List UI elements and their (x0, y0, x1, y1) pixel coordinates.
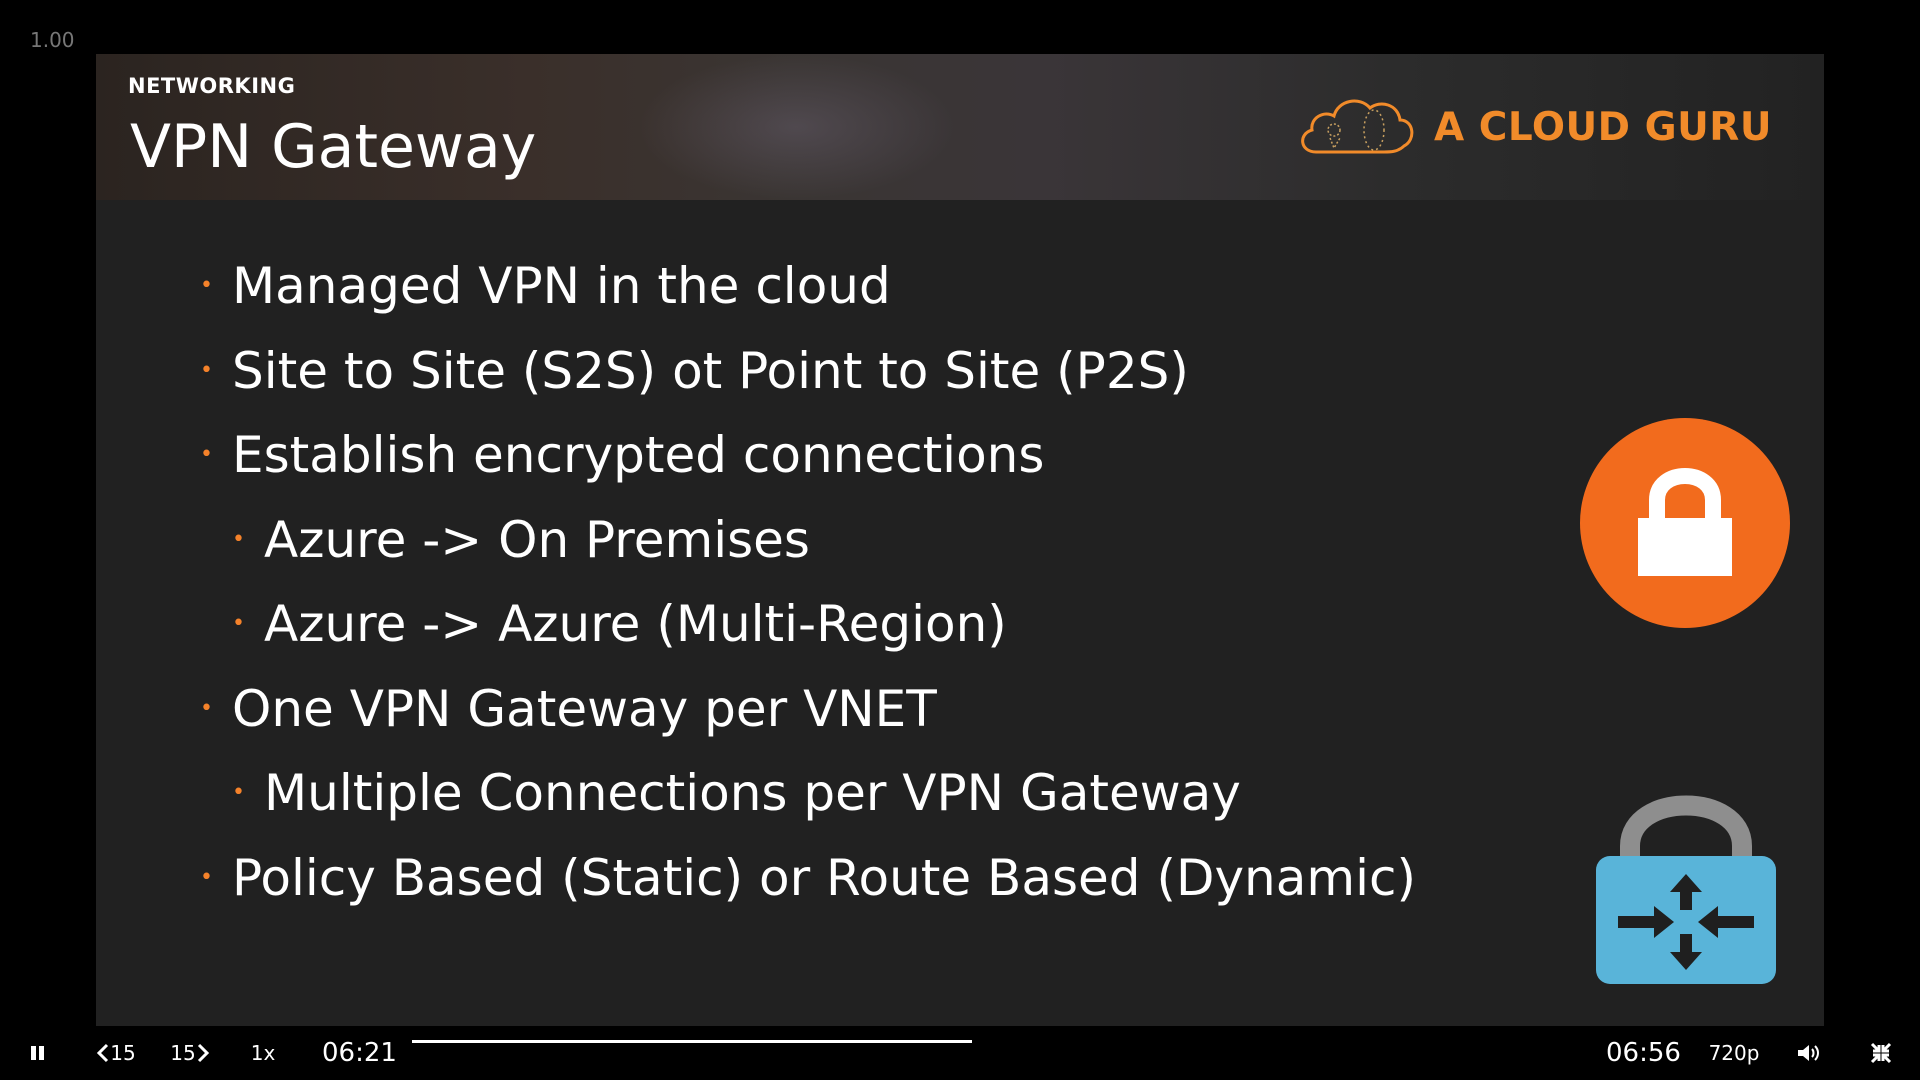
video-frame[interactable]: NETWORKING VPN Gateway A CLOUD GURU • Man… (96, 54, 1824, 1026)
bullet-item: • Policy Based (Static) or Route Based (D… (200, 836, 1416, 921)
progress-bar[interactable] (412, 1040, 972, 1043)
bullet-text: Establish encrypted connections (232, 426, 1045, 484)
bullet-dot-icon: • (232, 780, 245, 805)
bullet-item: • Managed VPN in the cloud (200, 244, 1416, 329)
bullet-text: One VPN Gateway per VNET (232, 679, 937, 738)
slide-header: NETWORKING VPN Gateway A CLOUD GURU (96, 54, 1824, 200)
bullet-dot-icon: • (232, 611, 245, 636)
lock-icon (1580, 418, 1790, 628)
volume-icon[interactable] (1794, 1026, 1824, 1080)
progress-fill (412, 1040, 972, 1043)
brand-name: A CLOUD GURU (1434, 104, 1772, 150)
cloud-logo-icon (1301, 99, 1414, 154)
zoom-level: 1.00 (30, 28, 75, 52)
playback-speed-button[interactable]: 1x (246, 1026, 280, 1080)
bullet-text: Multiple Connections per VPN Gateway (264, 764, 1241, 822)
bullet-text: Policy Based (Static) or Route Based (Dy… (232, 848, 1416, 907)
exit-fullscreen-icon[interactable] (1866, 1026, 1896, 1080)
total-time: 06:56 (1606, 1038, 1681, 1068)
bullet-item: • Establish encrypted connections (200, 413, 1416, 498)
bullet-dot-icon: • (200, 273, 213, 298)
bullet-list: • Managed VPN in the cloud • Site to Site … (200, 244, 1416, 920)
forward-15-button[interactable]: 15 (168, 1026, 212, 1080)
bullet-dot-icon: • (232, 526, 245, 552)
slide-title: VPN Gateway (130, 112, 537, 182)
bullet-text: Managed VPN in the cloud (232, 257, 891, 315)
bullet-text: Site to Site (S2S) ot Point to Site (P2S… (232, 341, 1189, 400)
player-controls: 15 15 1x 06:21 06:56 720p (0, 1026, 1920, 1080)
pause-icon[interactable] (22, 1026, 54, 1080)
section-label: NETWORKING (128, 74, 296, 98)
current-time: 06:21 (322, 1038, 397, 1068)
vpn-gateway-icon (1596, 795, 1776, 984)
presenter-video-background (636, 54, 956, 200)
bullet-dot-icon: • (200, 864, 213, 890)
rewind-label: 15 (110, 1041, 136, 1065)
rewind-15-icon (97, 1043, 109, 1063)
quality-button[interactable]: 720p (1706, 1026, 1762, 1080)
bullet-text: Azure -> Azure (Multi-Region) (264, 595, 1007, 653)
forward-15-icon (197, 1043, 209, 1063)
rewind-15-button[interactable]: 15 (94, 1026, 138, 1080)
bullet-dot-icon: • (200, 695, 213, 721)
bullet-dot-icon: • (200, 442, 213, 467)
sub-bullet-item: • Azure -> On Premises (232, 498, 1416, 583)
forward-label: 15 (170, 1041, 196, 1065)
sub-bullet-item: • Multiple Connections per VPN Gateway (232, 751, 1416, 836)
sub-bullet-item: • Azure -> Azure (Multi-Region) (232, 582, 1416, 667)
bullet-dot-icon: • (200, 357, 213, 383)
brand: A CLOUD GURU (1294, 90, 1772, 164)
bullet-item: • Site to Site (S2S) ot Point to Site (P2… (200, 329, 1416, 414)
bullet-item: • One VPN Gateway per VNET (200, 667, 1416, 752)
bullet-text: Azure -> On Premises (264, 510, 810, 569)
